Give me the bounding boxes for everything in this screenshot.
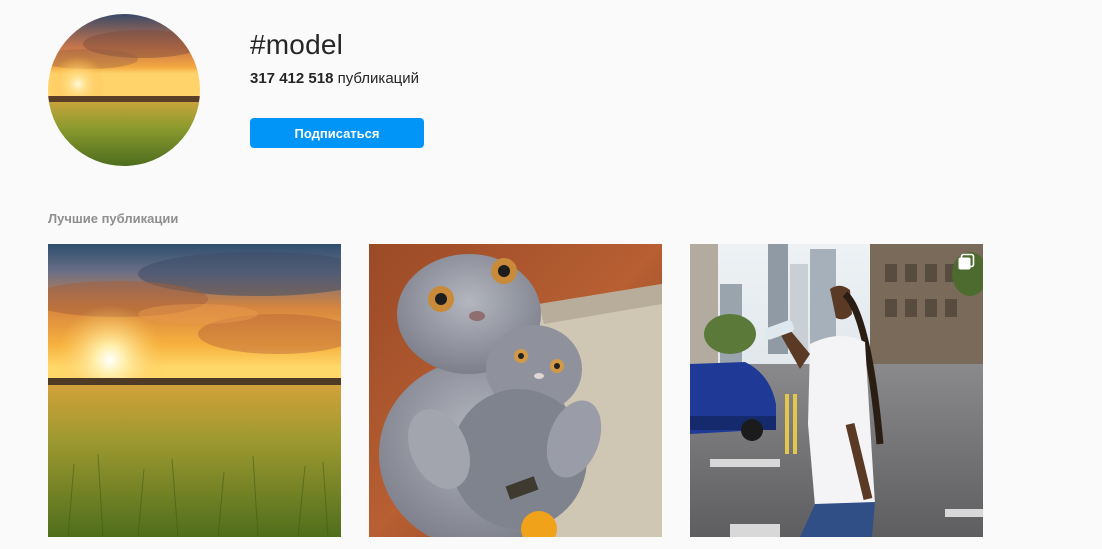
post-image-sunset-field [48, 244, 341, 537]
post-count: 317 412 518 публикаций [250, 69, 419, 89]
post-count-number: 317 412 518 [250, 70, 334, 87]
hashtag-avatar [48, 14, 200, 166]
post-tile-man-in-street[interactable] [690, 244, 983, 537]
post-tile-sunset-field[interactable] [48, 244, 341, 537]
post-image-man-in-street [690, 244, 983, 537]
carousel-icon [957, 253, 975, 271]
hashtag-title: #model [250, 29, 344, 60]
post-tile-cat-with-plush[interactable] [369, 244, 662, 537]
follow-button[interactable]: Подписаться [250, 118, 424, 148]
hashtag-page: #model 317 412 518 публикаций Подписатьс… [0, 0, 1102, 549]
post-count-label: публикаций [333, 70, 420, 87]
top-posts-heading: Лучшие публикации [48, 211, 179, 226]
post-image-cat-with-plush [369, 244, 662, 537]
